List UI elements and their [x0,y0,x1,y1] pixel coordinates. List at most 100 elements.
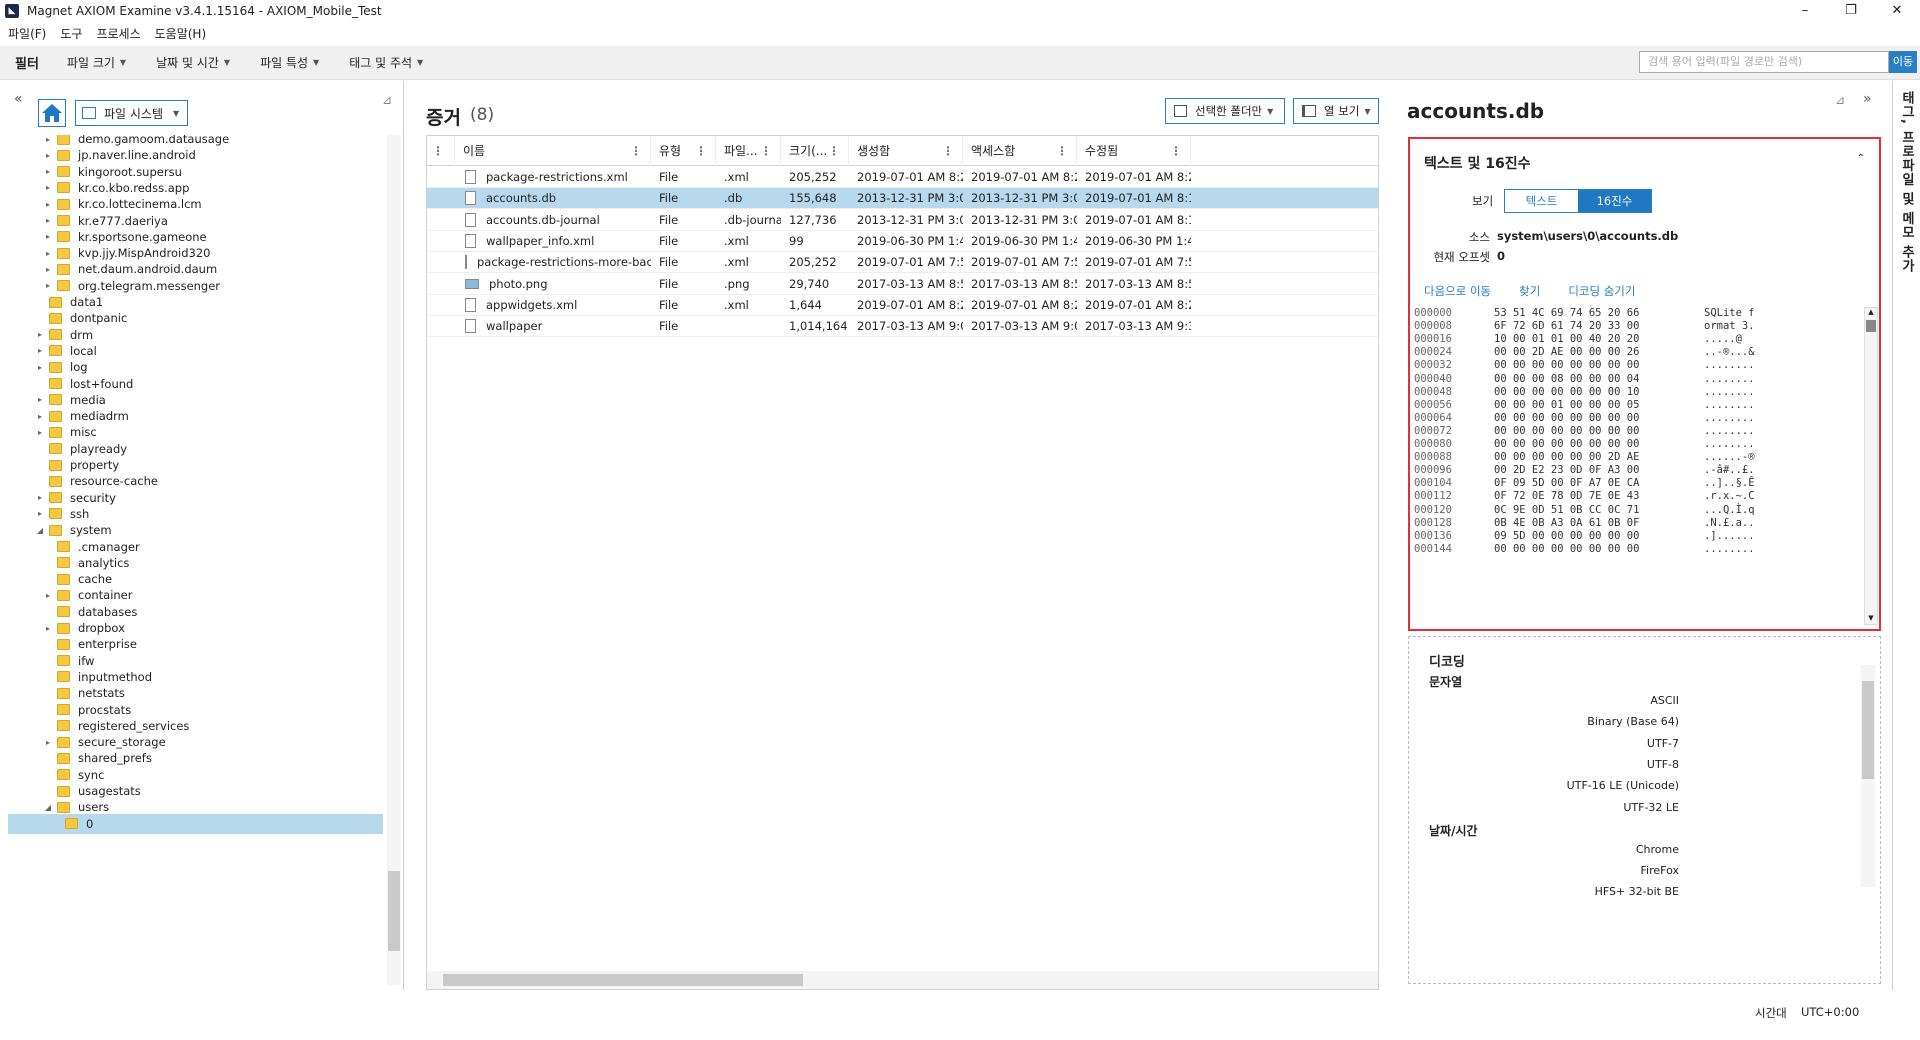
tree-item-label: cache [78,572,113,587]
expand-right-icon[interactable]: » [1863,91,1872,107]
decoding-item[interactable]: HFS+ 32-bit BE [1529,885,1679,898]
menu-process[interactable]: 프로세스 [96,25,140,42]
grid-horizontal-scrollbar[interactable] [427,971,1378,989]
expand-arrow-icon[interactable]: ▸ [42,232,54,241]
selected-folder-only-button[interactable]: 선택한 폴더만 ▼ [1165,98,1285,124]
tree-scrollbar-thumb[interactable] [388,871,400,951]
collapse-up-icon[interactable]: ⌃ [1857,153,1865,164]
expand-arrow-icon[interactable]: ▸ [42,624,54,633]
expand-arrow-icon[interactable]: ▸ [42,265,54,274]
expand-arrow-icon[interactable]: ▸ [34,412,46,421]
hex-bytes: 10 00 01 01 00 40 20 20 [1494,333,1640,346]
column-header-type[interactable]: 유형 ⋮ [651,135,716,166]
pin-icon[interactable]: ⊿ [1835,93,1845,107]
expand-arrow-icon[interactable]: ▸ [34,363,46,372]
expand-arrow-icon[interactable]: ▸ [34,330,46,339]
expand-arrow-icon[interactable]: ▸ [42,200,54,209]
close-button[interactable]: ✕ [1874,0,1920,22]
expand-arrow-icon[interactable]: ▸ [34,509,46,518]
hex-scrollbar[interactable]: ▲ ▼ [1864,307,1878,625]
hex-scrollbar-thumb[interactable] [1866,320,1876,332]
decoding-item[interactable]: UTF-7 [1529,737,1679,750]
tree-item-label: kr.co.lottecinema.lcm [78,197,202,212]
minimize-button[interactable]: – [1782,0,1828,22]
column-header-created[interactable]: 생성함 ⋮ [849,135,963,166]
expand-arrow-icon[interactable]: ▸ [34,395,46,404]
expand-arrow-icon[interactable]: ▸ [42,167,54,176]
menu-tools[interactable]: 도구 [60,25,82,42]
column-header-accessed[interactable]: 액세스함 ⋮ [963,135,1077,166]
decoding-scrollbar[interactable] [1861,665,1875,887]
decoding-item[interactable]: FireFox [1529,864,1679,877]
table-row[interactable]: wallpaper_info.xml File .xml 99 2019-06-30 P… [427,231,1378,252]
cell-ext-text: .xml [724,297,749,312]
search-input[interactable]: 검색 용어 입력(파일 경로만 검색) [1639,51,1889,73]
cell-accessed: 2017-03-13 AM 9:05:07 [963,316,1077,337]
expand-arrow-icon[interactable]: ▸ [42,135,54,144]
cell-modified: 2017-03-13 AM 9:35:14 [1077,316,1191,337]
column-header-name[interactable]: 이름 ⋮ [455,135,651,166]
scroll-down-icon[interactable]: ▼ [1865,614,1877,624]
folder-tree-icon [1174,105,1187,117]
column-header-ext[interactable]: 파일... ⋮ [716,135,781,166]
collapse-left-icon[interactable]: « [14,91,23,107]
maximize-button[interactable]: ❐ [1828,0,1874,22]
file-system-dropdown[interactable]: 파일 시스템 ▼ [75,100,188,126]
decoding-item[interactable]: Chrome [1529,843,1679,856]
table-row[interactable]: package-restrictions-more-backup.xml File… [427,252,1378,274]
find-link[interactable]: 찾기 [1519,283,1540,299]
expand-arrow-icon[interactable]: ▸ [42,738,54,747]
decoding-item[interactable]: UTF-32 LE [1529,801,1679,814]
folder-icon [57,785,70,797]
expand-arrow-icon[interactable]: ▸ [42,216,54,225]
menu-help[interactable]: 도움말(H) [155,25,207,42]
table-row[interactable]: wallpaper File 1,014,164 2017-03-13 AM 9:05… [427,316,1378,338]
go-to-link[interactable]: 다음으로 이동 [1424,283,1491,299]
expand-arrow-icon[interactable]: ▸ [42,151,54,160]
filter-tags-comments[interactable]: 태그 및 주석 ▼ [349,54,423,71]
filter-file-size[interactable]: 파일 크기 ▼ [67,54,126,71]
column-menu-icon: ⋮ [630,143,642,158]
hide-decoding-link[interactable]: 디코딩 숨기기 [1568,283,1635,299]
expand-arrow-icon[interactable]: ◢ [42,803,54,812]
decoding-item[interactable]: UTF-16 LE (Unicode) [1529,779,1679,792]
scroll-up-icon[interactable]: ▲ [1865,308,1877,318]
expand-arrow-icon[interactable]: ▸ [34,428,46,437]
decoding-scrollbar-thumb[interactable] [1862,681,1874,779]
hex-dump[interactable]: 000000 53 51 4C 69 74 65 20 66 SQLite f 000… [1414,307,1860,625]
cell-size-text: 205,252 [789,170,837,184]
table-row[interactable]: photo.png File .png 29,740 2017-03-13 AM 8:5… [427,274,1378,295]
menu-file[interactable]: 파일(F) [8,25,46,42]
tree-item[interactable]: 0 [8,813,383,834]
table-row[interactable]: package-restrictions.xml File .xml 205,252 2… [427,167,1378,188]
hex-view-button[interactable]: 16진수 [1578,190,1651,212]
timezone-value[interactable]: UTC+0:00 [1801,1005,1859,1019]
tags-profiles-notes-tab[interactable]: 태그, 프로파일 및 메모 추가 [1892,81,1920,990]
expand-arrow-icon[interactable]: ▸ [42,183,54,192]
tree-scrollbar[interactable] [387,135,401,985]
filter-date-time[interactable]: 날짜 및 시간 ▼ [156,54,230,71]
home-button[interactable] [38,99,66,127]
expand-arrow-icon[interactable]: ▸ [42,591,54,600]
decoding-item[interactable]: UTF-8 [1529,758,1679,771]
table-row[interactable]: appwidgets.xml File .xml 1,644 2019-07-01 AM… [427,295,1378,316]
expand-arrow-icon[interactable]: ▸ [42,281,54,290]
pin-icon[interactable]: ⊿ [382,93,392,107]
column-view-button[interactable]: 열 보기 ▼ [1293,98,1379,124]
filter-file-attributes[interactable]: 파일 특성 ▼ [260,54,319,71]
grid-scrollbar-thumb[interactable] [443,974,803,986]
expand-arrow-icon[interactable]: ▸ [34,346,46,355]
expand-arrow-icon[interactable]: ◢ [34,526,46,535]
table-row[interactable]: accounts.db File .db 155,648 2013-12-31 PM 3… [427,188,1378,210]
column-header-size[interactable]: 크기(... ⋮ [781,135,849,166]
decoding-item[interactable]: ASCII [1529,694,1679,707]
hex-offset: 000056 [1414,398,1452,411]
table-row[interactable]: accounts.db-journal File .db-journal 127,73… [427,210,1378,231]
text-view-button[interactable]: 텍스트 [1505,190,1578,212]
row-options-header[interactable]: ⋮ [427,135,455,166]
expand-arrow-icon[interactable]: ▸ [42,249,54,258]
decoding-item[interactable]: Binary (Base 64) [1529,715,1679,728]
search-go-button[interactable]: 이동 [1889,51,1917,73]
expand-arrow-icon[interactable]: ▸ [34,493,46,502]
column-header-modified[interactable]: 수정됨 ⋮ [1077,135,1191,166]
